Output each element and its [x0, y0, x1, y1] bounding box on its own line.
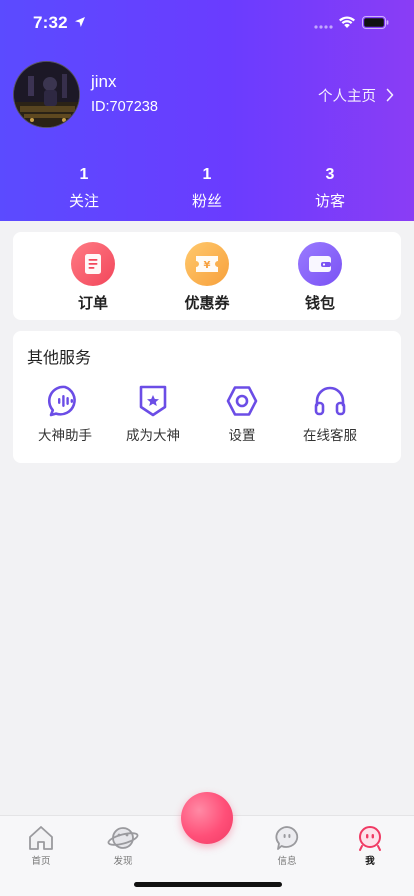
center-action-button[interactable]: [181, 792, 233, 844]
customer-support-label: 在线客服: [303, 428, 357, 444]
become-master-label: 成为大神: [126, 428, 180, 444]
status-bar: 7:32: [0, 0, 414, 48]
message-icon: [275, 826, 299, 850]
visitors-count: 3: [325, 166, 335, 183]
tab-discover[interactable]: 发现: [93, 824, 153, 867]
service-customer-support[interactable]: 在线客服: [285, 383, 375, 444]
tab-me-label: 我: [365, 856, 375, 867]
settings-icon: [226, 386, 258, 416]
personal-homepage-label: 个人主页: [318, 88, 376, 105]
service-assistant[interactable]: 大神助手: [20, 383, 110, 444]
order-button[interactable]: 订单: [53, 242, 133, 313]
following-label: 关注: [68, 192, 99, 210]
visitors-label: 访客: [314, 192, 345, 210]
location-arrow-icon: [75, 17, 85, 27]
username: jinx: [91, 72, 117, 91]
followers-count: 1: [202, 166, 212, 183]
wallet-button[interactable]: 钱包: [280, 242, 360, 313]
user-id: ID:707238: [91, 99, 158, 115]
badge-star-icon: [139, 385, 167, 417]
stat-following[interactable]: 1 关注: [39, 166, 129, 211]
avatar[interactable]: [13, 61, 80, 128]
settings-label: 设置: [228, 428, 256, 444]
service-become-master[interactable]: 成为大神: [108, 383, 198, 444]
wallet-icon: [298, 242, 342, 286]
chevron-right-icon: [386, 88, 394, 102]
stat-visitors[interactable]: 3 访客: [285, 166, 375, 211]
home-indicator: [134, 882, 282, 887]
home-icon: [29, 826, 53, 850]
battery-icon: [362, 16, 389, 29]
coupon-icon: ¥: [185, 242, 229, 286]
tab-messages[interactable]: 信息: [257, 824, 317, 867]
status-time: 7:32: [33, 13, 68, 32]
tab-discover-label: 发现: [113, 856, 133, 867]
order-label: 订单: [77, 294, 108, 312]
tab-home[interactable]: 首页: [11, 824, 71, 867]
personal-homepage-link[interactable]: 个人主页: [318, 84, 394, 106]
stat-followers[interactable]: 1 粉丝: [162, 166, 252, 211]
headphones-icon: [314, 386, 346, 416]
avatar-image: [14, 62, 79, 127]
profile-header: 7:32 jinx ID:707238 个人主页 1 关注 1 粉丝 3 访客: [0, 0, 414, 221]
wallet-label: 钱包: [304, 294, 335, 312]
voice-assistant-icon: [47, 385, 76, 417]
tab-messages-label: 信息: [277, 856, 297, 867]
me-icon: [359, 826, 381, 851]
order-icon: [71, 242, 115, 286]
quick-actions-card: 订单 ¥ 优惠券 钱包: [13, 232, 401, 320]
cellular-signal-icon: [314, 25, 333, 29]
following-count: 1: [79, 166, 89, 183]
coupon-label: 优惠券: [184, 294, 230, 312]
wifi-icon: [339, 16, 355, 28]
tab-me[interactable]: 我: [340, 824, 400, 867]
tab-home-label: 首页: [31, 856, 51, 867]
assistant-label: 大神助手: [38, 428, 92, 444]
planet-icon: [107, 827, 139, 849]
service-settings[interactable]: 设置: [197, 383, 287, 444]
other-services-card: 其他服务 大神助手 成为大神 设置 在线客服: [13, 331, 401, 463]
coupon-button[interactable]: ¥ 优惠券: [167, 242, 247, 313]
followers-label: 粉丝: [191, 192, 222, 210]
services-title: 其他服务: [27, 348, 92, 367]
svg-text:¥: ¥: [204, 260, 211, 271]
